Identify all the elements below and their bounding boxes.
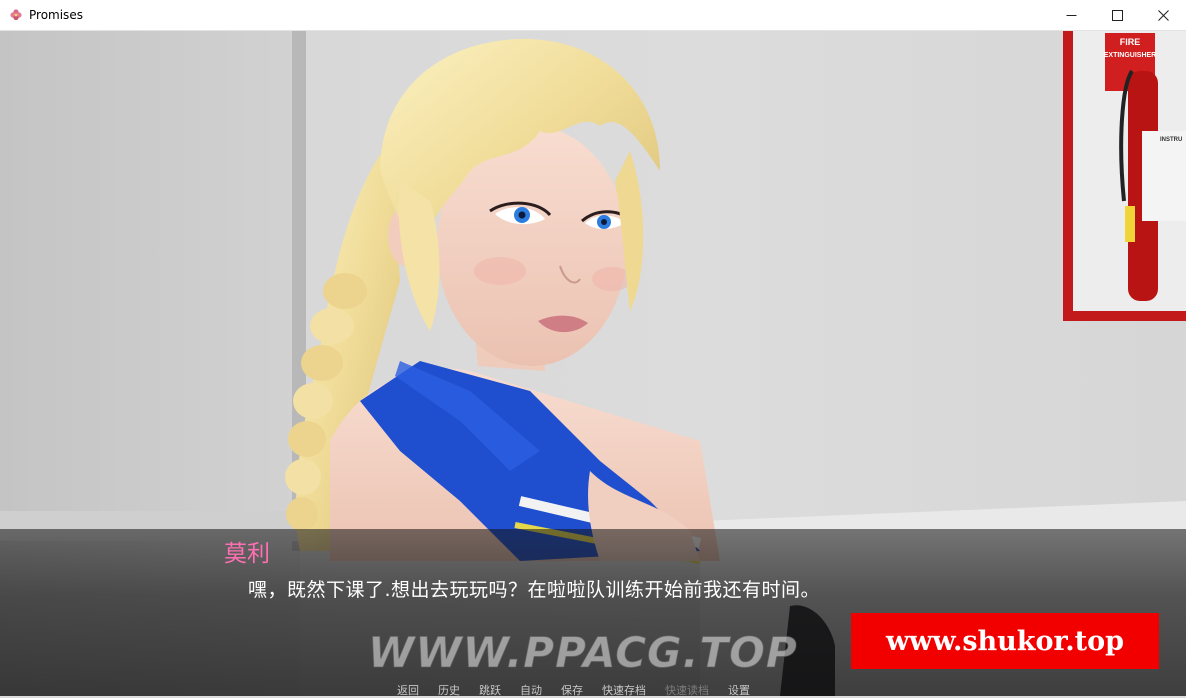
watermark-shukor: www.shukor.top <box>851 613 1159 669</box>
maximize-button[interactable] <box>1094 0 1140 30</box>
window-title: Promises <box>29 8 83 22</box>
maximize-icon <box>1111 9 1123 21</box>
watermark-ppacg: WWW.PPACG.TOP <box>368 628 798 678</box>
window-titlebar: Promises <box>0 0 1186 31</box>
fire-extinguisher-cabinet: FIRE EXTINGUISHER INSTRU <box>1063 31 1186 321</box>
minimize-icon <box>1066 14 1076 16</box>
dialogue-text: 嘿，既然下课了.想出去玩玩吗？在啦啦队训练开始前我还有时间。 <box>248 579 821 601</box>
speaker-name: 莫利 <box>224 541 270 567</box>
flower-icon <box>8 7 24 23</box>
close-icon <box>1157 9 1169 21</box>
instruction-sign: INSTRU <box>1160 137 1182 143</box>
close-button[interactable] <box>1140 0 1186 30</box>
window-controls <box>1048 0 1186 30</box>
minimize-button[interactable] <box>1048 0 1094 30</box>
fire-sign-line2: EXTINGUISHER <box>1104 52 1157 59</box>
watermark-shukor-text: www.shukor.top <box>885 625 1125 657</box>
fire-sign-line1: FIRE <box>1120 37 1141 47</box>
